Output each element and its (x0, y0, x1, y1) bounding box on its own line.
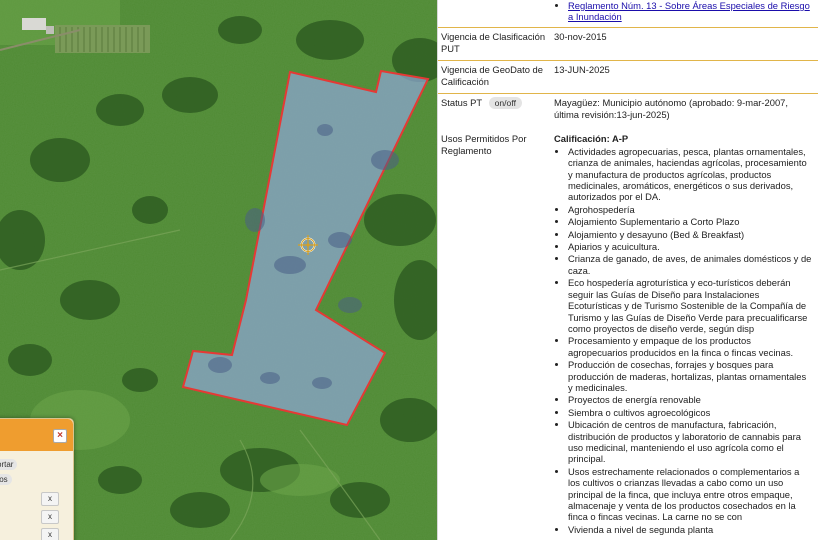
list-item: Apiarios y acuicultura. (568, 241, 812, 252)
map-view[interactable]: × ortar tos x x x (0, 0, 437, 540)
calificacion-heading: Calificación: A-P (554, 132, 629, 144)
vigencia-put-row: Vigencia de Clasificación PUT 30-nov-201… (438, 28, 818, 61)
list-item: Eco hospedería agroturística y eco-turís… (568, 277, 812, 334)
close-icon[interactable]: × (53, 429, 67, 443)
list-item: Siembra o cultivos agroecológicos (568, 407, 812, 418)
usos-label: Usos Permitidos Por Reglamento (441, 132, 527, 156)
remove-button-1[interactable]: x (41, 492, 59, 506)
vigencia-geo-value: 13-JUN-2025 (554, 63, 610, 75)
export-button[interactable]: ortar (0, 459, 18, 470)
list-item: Alojamiento y desayuno (Bed & Breakfast) (568, 229, 812, 240)
status-pt-row: Status PT on/off Mayagüez: Municipio aut… (438, 94, 818, 124)
list-item: Actividades agropecuarias, pesca, planta… (568, 146, 812, 203)
tool-panel: × ortar tos x x x (0, 418, 74, 540)
vigencia-geo-label: Vigencia de GeoDato de Calificación (441, 63, 543, 87)
status-pt-label: Status PT (441, 96, 482, 108)
parcel-info-panel[interactable]: Reglamento Núm. 13 - Sobre Áreas Especia… (437, 0, 818, 540)
status-toggle[interactable]: on/off (488, 96, 522, 109)
list-item: Ubicación de centros de manufactura, fab… (568, 419, 812, 465)
usos-row: Usos Permitidos Por Reglamento Calificac… (438, 124, 818, 539)
remove-button-3[interactable]: x (41, 528, 59, 540)
vigencia-put-value: 30-nov-2015 (554, 30, 607, 42)
list-item: Producción de cosechas, forrajes y bosqu… (568, 359, 812, 393)
list-item: Crianza de ganado, de aves, de animales … (568, 253, 812, 276)
usos-list: Actividades agropecuarias, pesca, planta… (554, 146, 812, 535)
remove-button-2[interactable]: x (41, 510, 59, 524)
vigencia-put-label: Vigencia de Clasificación PUT (441, 30, 546, 54)
list-item: Usos estrechamente relacionados o comple… (568, 466, 812, 523)
list-item: Vivienda a nivel de segunda planta (568, 524, 812, 535)
list-item: Alojamiento Suplementario a Corto Plazo (568, 216, 812, 227)
tool-panel-header: × (0, 419, 73, 451)
list-item: Agrohospedería (568, 204, 812, 215)
data-button[interactable]: tos (0, 474, 12, 485)
regulation-13-link[interactable]: Reglamento Núm. 13 - Sobre Áreas Especia… (568, 0, 810, 22)
status-pt-value: Mayagüez: Municipio autónomo (aprobado: … (554, 96, 788, 120)
list-item: Procesamiento y empaque de los productos… (568, 335, 812, 358)
vigencia-geo-row: Vigencia de GeoDato de Calificación 13-J… (438, 61, 818, 94)
list-item: Proyectos de energía renovable (568, 394, 812, 405)
regulation-row: Reglamento Núm. 13 - Sobre Áreas Especia… (438, 0, 818, 28)
